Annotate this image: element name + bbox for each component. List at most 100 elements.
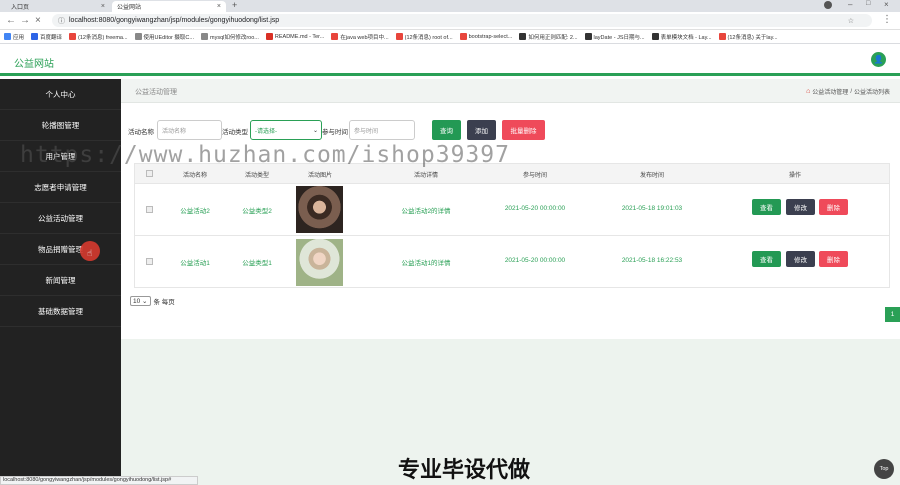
bookmark-item[interactable]: (12条消息) freema... (69, 33, 128, 41)
bookmark-item[interactable]: 在java web项目中... (331, 33, 389, 41)
column-header: 操作 (788, 173, 801, 179)
search-button[interactable]: 查询 (432, 120, 461, 140)
bookmark-item[interactable]: 表单模块文档 - Lay... (651, 33, 712, 41)
cell-detail[interactable]: 公益活动2的详情 (381, 205, 471, 215)
bookmark-favicon-icon (651, 33, 659, 40)
bookmark-item[interactable]: 如何用正则匹配: 2... (519, 33, 578, 41)
maximize-icon[interactable]: □ (866, 0, 870, 7)
table-row: 公益活动1 公益类型1 公益活动1的详情 2021-05-20 00:00:00… (135, 236, 889, 288)
menu-icon[interactable]: ⋮ (882, 14, 892, 25)
bookmark-item[interactable]: 应用 (4, 33, 24, 41)
app-header: 公益网站 👤 (0, 44, 900, 76)
filter-time-input[interactable]: 参与时间 (349, 120, 415, 140)
bookmark-favicon-icon (265, 33, 273, 40)
bookmark-label: 在java web项目中... (340, 34, 389, 41)
user-icon[interactable]: 👤 (871, 52, 886, 67)
sidebar-item-activities[interactable]: 公益活动管理 (0, 203, 121, 234)
page-size-control: 10 ⌄ 条 每页 (130, 296, 175, 306)
bookmark-item[interactable]: (12条消息) 关于lay... (718, 33, 778, 41)
page-number-button[interactable]: 1 (885, 307, 900, 322)
page-size-label: 条 每页 (153, 299, 175, 306)
bookmark-favicon-icon (395, 33, 403, 40)
breadcrumb-separator: / (850, 88, 852, 95)
sidebar-item-basic-data[interactable]: 基础数据管理 (0, 296, 121, 327)
bookmark-label: 表单模块文档 - Lay... (660, 34, 712, 41)
bookmark-favicon-icon (134, 33, 142, 40)
view-button[interactable]: 查看 (752, 199, 781, 215)
bookmark-label: README.md - Ter... (274, 33, 325, 40)
filter-time-label: 参与时间 (322, 129, 348, 136)
row-checkbox[interactable] (146, 258, 153, 265)
cell-join-time: 2021-05-20 00:00:00 (504, 205, 566, 212)
view-button[interactable]: 查看 (752, 251, 781, 267)
cell-name: 公益活动1 (180, 260, 210, 267)
browser-tab-site[interactable]: 公益网站 × (112, 1, 226, 12)
select-all-checkbox[interactable] (146, 170, 153, 177)
sidebar-item-carousel[interactable]: 轮播图管理 (0, 110, 121, 141)
page-title: 公益活动管理 (135, 89, 177, 96)
page-size-value: 10 (133, 298, 141, 305)
minimize-icon[interactable]: – (848, 0, 852, 9)
cell-detail[interactable]: 公益活动1的详情 (381, 257, 471, 267)
bookmark-item[interactable]: README.md - Ter... (265, 33, 325, 40)
sidebar-item-label: 公益活动管理 (38, 213, 83, 223)
status-bar-url: localhost:8080/gongyiwangzhan/jsp/module… (0, 476, 198, 485)
new-tab-icon[interactable]: + (232, 0, 237, 10)
promo-text: 专业毕设代做 (398, 457, 531, 482)
sidebar-item-donations[interactable]: 物品捐赠管理 (0, 234, 121, 265)
filter-name-input[interactable]: 活动名称 (157, 120, 222, 140)
edit-button[interactable]: 修改 (786, 199, 815, 215)
url-input[interactable]: ⓘ localhost:8080/gongyiwangzhan/jsp/modu… (52, 14, 872, 27)
tab-label: 公益网站 (117, 5, 142, 11)
row-checkbox[interactable] (146, 206, 153, 213)
main-content: 公益活动管理 ⌂ 公益活动管理 / 公益活动列表 活动名称 活动名称 活动类型 … (121, 79, 900, 485)
bookmark-favicon-icon (31, 33, 39, 40)
close-icon[interactable]: × (217, 3, 221, 10)
cell-type: 公益类型2 (242, 208, 272, 215)
sidebar-item-label: 志愿者申请管理 (34, 182, 87, 192)
home-icon[interactable]: ⌂ (806, 88, 810, 95)
bookmark-label: 使用UEditor 摄取C... (143, 34, 194, 41)
sidebar-item-profile[interactable]: 个人中心 (0, 79, 121, 110)
filter-type-select[interactable]: -请选择- ⌄ (250, 120, 322, 140)
back-to-top-button[interactable]: Top (874, 459, 894, 479)
bookmark-item[interactable]: layDate - JS日期与... (584, 33, 645, 41)
site-brand[interactable]: 公益网站 (14, 55, 54, 70)
delete-button[interactable]: 删除 (819, 199, 848, 215)
bookmark-item[interactable]: bootstrap-select... (459, 33, 512, 40)
delete-button[interactable]: 删除 (819, 251, 848, 267)
sidebar-item-volunteer[interactable]: 志愿者申请管理 (0, 172, 121, 203)
bookmark-item[interactable]: mysql如何修改roo... (200, 33, 259, 41)
cell-name: 公益活动2 (180, 208, 210, 215)
close-icon[interactable]: × (101, 3, 105, 10)
bookmark-favicon-icon (459, 33, 467, 40)
back-icon[interactable]: ← (6, 15, 16, 26)
stop-icon[interactable]: × (35, 15, 41, 26)
bookmark-favicon-icon (331, 33, 339, 40)
column-header: 参与时间 (522, 173, 547, 179)
bookmark-item[interactable]: 使用UEditor 摄取C... (134, 33, 194, 41)
sidebar-item-news[interactable]: 新闻管理 (0, 265, 121, 296)
star-icon[interactable]: ☆ (848, 17, 854, 25)
chevron-down-icon: ⌄ (312, 127, 318, 134)
breadcrumb-item[interactable]: 公益活动管理 (812, 87, 848, 96)
info-icon[interactable]: ⓘ (58, 16, 65, 26)
add-button[interactable]: 添加 (467, 120, 496, 140)
bookmark-favicon-icon (584, 33, 592, 40)
profile-icon[interactable] (824, 1, 832, 9)
sidebar-item-label: 轮播图管理 (41, 120, 80, 130)
click-indicator: ☝ (80, 241, 100, 261)
activity-image (296, 186, 343, 233)
browser-tab-bar: 入口页 × 公益网站 × + – □ × (0, 0, 900, 12)
bookmark-label: layDate - JS日期与... (593, 34, 645, 41)
browser-tab-entry[interactable]: 入口页 × (6, 1, 110, 12)
forward-icon[interactable]: → (20, 15, 30, 26)
bookmark-favicon-icon (200, 33, 208, 40)
batch-delete-button[interactable]: 批量删除 (502, 120, 545, 140)
bookmark-item[interactable]: (12条消息) root of... (395, 33, 453, 41)
page-size-select[interactable]: 10 ⌄ (130, 296, 151, 306)
cell-pub-time: 2021-05-18 19:01:03 (621, 205, 683, 212)
bookmark-item[interactable]: 百度翻译 (31, 33, 62, 41)
edit-button[interactable]: 修改 (786, 251, 815, 267)
window-close-icon[interactable]: × (884, 0, 889, 9)
